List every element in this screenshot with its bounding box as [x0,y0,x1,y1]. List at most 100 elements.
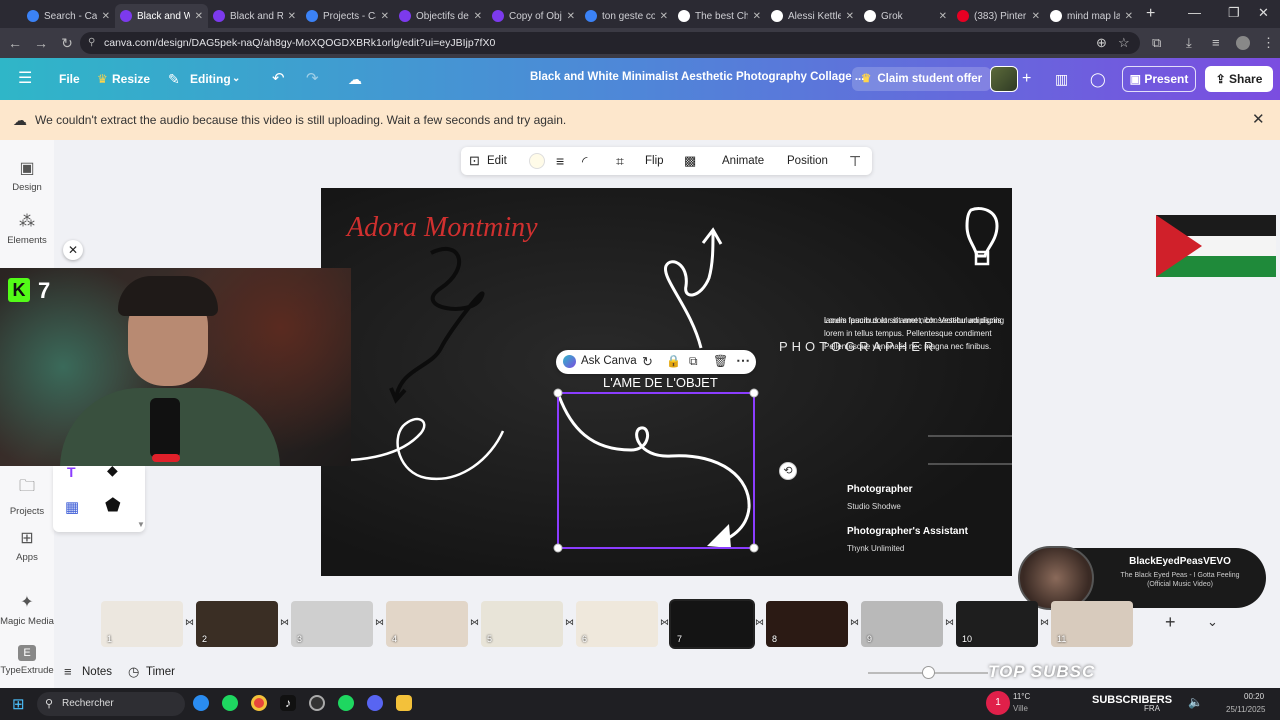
dark-squiggle[interactable] [394,246,485,399]
browser-tab[interactable]: Alessi Kettle ✕ [766,4,859,28]
browser-tab[interactable]: Search - Ca ✕ [22,4,115,28]
position-button[interactable]: Position [787,147,828,175]
tab-close-icon[interactable]: ✕ [567,11,575,22]
pentagon-shape-icon[interactable]: ⬟ [105,495,121,516]
tab-close-icon[interactable]: ✕ [102,11,110,22]
text-tool-icon[interactable]: T [67,464,76,480]
lock-icon[interactable]: 🔒 [666,354,681,368]
edit-button[interactable]: Edit [487,147,507,175]
animate-button[interactable]: Animate [722,147,764,175]
role-subtitle-2[interactable]: Thynk Unlimited [847,544,904,553]
close-webcam-icon[interactable]: ✕ [63,240,83,260]
spotify-icon[interactable] [222,695,238,711]
redo-icon[interactable]: ↷ [306,58,319,100]
transition-icon[interactable]: ⋈ [945,617,954,628]
role-title-1[interactable]: Photographer [847,484,913,495]
role-title-2[interactable]: Photographer's Assistant [847,526,968,537]
page-thumbnail[interactable]: 8 [766,601,848,647]
volume-icon[interactable]: 🔈 [1188,695,1203,709]
copy-style-icon[interactable]: ⊤ [849,147,861,175]
transition-icon[interactable]: ⋈ [660,617,669,628]
tab-close-icon[interactable]: ✕ [195,11,203,22]
notes-button[interactable]: Notes [82,666,112,678]
zoom-icon[interactable]: ⊕ [1096,35,1107,51]
transition-icon[interactable]: ⋈ [1040,617,1049,628]
page-thumbnail[interactable]: 9 [861,601,943,647]
language-indicator[interactable]: FRA [1144,704,1160,713]
chrome-icon[interactable] [251,695,267,711]
expand-pages-icon[interactable]: ⌄ [1207,614,1218,630]
page-thumbnail[interactable]: 4 [386,601,468,647]
browser-tab[interactable]: (383) Pinter ✕ [952,4,1045,28]
browser-tab[interactable]: Projects - Ca ✕ [301,4,394,28]
chevron-down-icon[interactable]: ⌄ [232,58,240,100]
transition-icon[interactable]: ⋈ [470,617,479,628]
tiktok-icon[interactable]: ♪ [280,695,296,711]
selected-title-text[interactable]: L'AME DE L'OBJET [603,375,718,390]
ask-canva-button[interactable]: Ask Canva [581,355,637,367]
name-heading[interactable]: Adora Montminy [347,212,538,244]
corner-rounding-icon[interactable]: ◜ [582,147,587,175]
browser-tab[interactable]: The best Ch ✕ [673,4,766,28]
tab-close-icon[interactable]: ✕ [846,11,854,22]
flag-image[interactable] [1156,215,1276,277]
reload-icon[interactable]: ↻ [54,35,80,52]
undo-icon[interactable]: ↶ [272,58,285,100]
browser-tab[interactable]: ton geste co ✕ [580,4,673,28]
discord-icon[interactable] [367,695,383,711]
sidebar-item-typeextrude[interactable]: E TypeExtrude [0,645,54,676]
rotate-icon[interactable]: ⟲ [779,462,797,480]
lightbulb-icon[interactable] [965,207,999,258]
site-info-icon[interactable]: ⚲ [88,32,95,54]
taskbar-search[interactable]: ⚲ Rechercher [37,692,185,716]
back-icon[interactable]: ← [2,35,28,51]
role-subtitle-1[interactable]: Studio Shodwe [847,502,901,511]
sidebar-item-projects[interactable]: 🗀 Projects [0,475,54,517]
sidebar-item-apps[interactable]: ⊞ Apps [0,528,54,563]
browser-tab[interactable]: Copy of Obj ✕ [487,4,580,28]
tab-close-icon[interactable]: ✕ [1125,11,1133,22]
zoom-slider-handle[interactable] [922,666,935,679]
transition-icon[interactable]: ⋈ [850,617,859,628]
collaborator-avatar[interactable] [990,66,1018,92]
transition-icon[interactable]: ⋈ [375,617,384,628]
design-canvas[interactable]: Adora Montminy PHOTOGRAPHER Lorem ipsum … [321,188,1012,576]
browser-tab[interactable]: mind map la ✕ [1045,4,1138,28]
timer-button[interactable]: Timer [146,666,175,678]
add-comment-icon[interactable]: ↻ [642,354,653,370]
spotify-icon-2[interactable] [338,695,354,711]
file-explorer-icon[interactable] [396,695,412,711]
url-field[interactable]: ⚲ canva.com/design/DAG5pek-naQ/ah8gy-MoX… [80,32,1140,54]
page-thumbnail[interactable]: 11 [1051,601,1133,647]
page-thumbnail[interactable]: 10 [956,601,1038,647]
main-menu-icon[interactable]: ☰ [18,58,32,100]
page-thumbnail[interactable]: 3 [291,601,373,647]
comments-icon[interactable]: ◯ [1090,58,1106,100]
delete-icon[interactable]: 🗑 [713,354,728,368]
selected-arrow-squiggle[interactable] [557,395,751,546]
insights-chart-icon[interactable]: ▥ [1055,58,1068,100]
page-thumbnail[interactable]: 6 [576,601,658,647]
transition-icon[interactable]: ⋈ [755,617,764,628]
bookmark-star-icon[interactable]: ☆ [1118,35,1130,51]
extensions-icon[interactable]: ⧉ [1152,35,1161,51]
claim-student-offer-button[interactable]: ♛ Claim student offer [852,67,992,91]
new-tab-button[interactable]: + [1146,5,1155,23]
resize-button[interactable]: Resize [112,58,150,100]
page-thumbnail[interactable]: 2 [196,601,278,647]
tab-close-icon[interactable]: ✕ [288,11,296,22]
clock-time[interactable]: 00:20 [1244,692,1264,701]
notes-icon[interactable]: ≡ [64,664,72,679]
file-menu-button[interactable]: File [59,58,80,100]
browser-tab[interactable]: Black and R ✕ [208,4,301,28]
cloud-saved-icon[interactable]: ☁ [348,58,362,100]
clock-date[interactable]: 25/11/2025 [1226,705,1265,714]
sidebar-item-elements[interactable]: ⁂ Elements [0,211,54,246]
browser-tab[interactable]: Black and W ✕ [115,4,208,28]
app-icon[interactable] [309,695,325,711]
sidebar-item-design[interactable]: ▣ Design [0,158,54,193]
panel-scroll-icon[interactable]: ▼ [137,520,145,529]
close-window-icon[interactable]: ✕ [1258,5,1269,21]
tab-close-icon[interactable]: ✕ [939,11,947,22]
minimize-icon[interactable]: — [1188,5,1201,20]
